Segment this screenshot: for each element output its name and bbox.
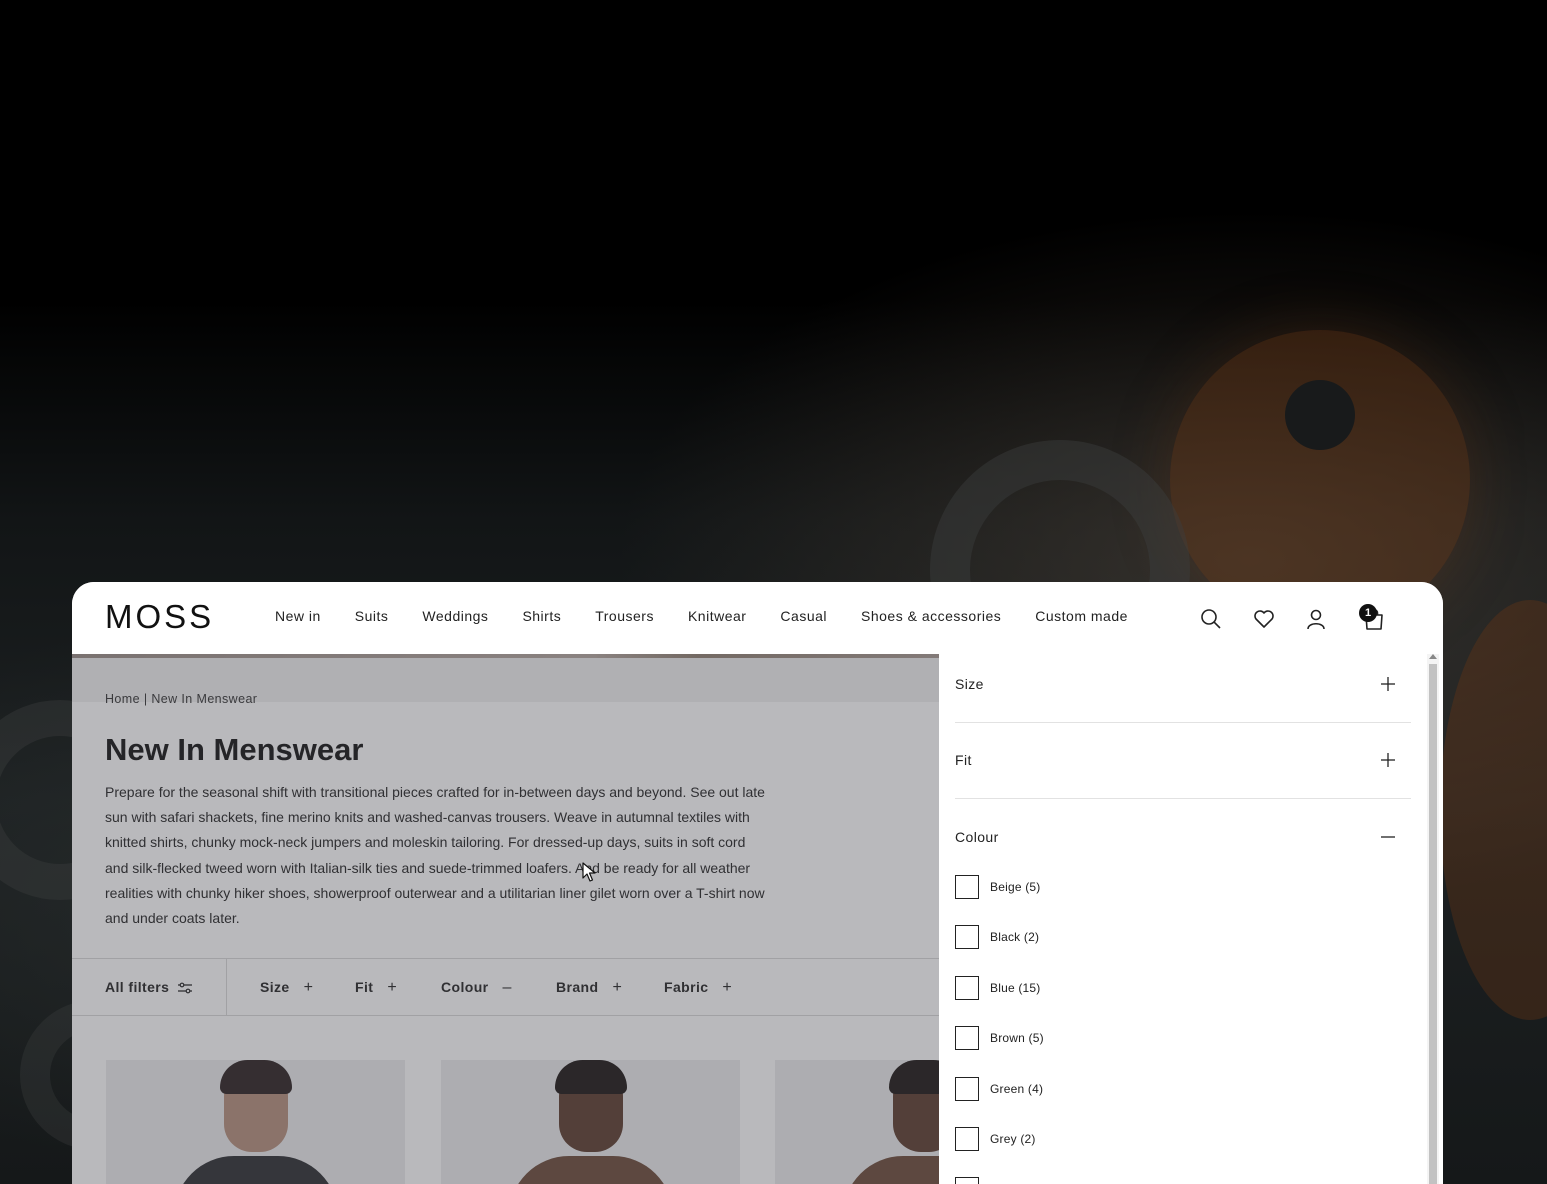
nav-item-new-in[interactable]: New in [275,608,321,624]
page-title: New In Menswear [105,732,364,767]
product-image [843,1156,939,1184]
browser-window: MOSS New in Suits Weddings Shirts Trouse… [72,582,1443,1184]
product-image [174,1156,338,1184]
nav-item-trousers[interactable]: Trousers [595,608,654,624]
user-icon[interactable] [1304,607,1328,631]
drawer-scrollbar[interactable] [1427,654,1439,1184]
filter-section-colour[interactable]: Colour [955,807,1411,867]
divider [955,722,1411,723]
filter-fit-button[interactable]: Fit + [355,979,397,997]
plus-icon: + [722,979,733,996]
filter-brand-button[interactable]: Brand + [556,979,622,997]
page-description: Prepare for the seasonal shift with tran… [105,784,765,927]
plus-icon: + [612,979,623,996]
product-card[interactable] [775,1060,939,1184]
heart-icon[interactable] [1252,607,1276,631]
plus-icon: + [387,979,398,996]
plus-icon[interactable] [1381,677,1395,691]
filter-fabric-button[interactable]: Fabric + [664,979,732,997]
site-header: MOSS New in Suits Weddings Shirts Trouse… [72,582,1443,654]
nav-item-suits[interactable]: Suits [355,608,389,624]
divider [955,798,1411,799]
checkbox[interactable] [955,1026,979,1050]
nav-item-custom-made[interactable]: Custom made [1035,608,1128,624]
bag-count-badge: 1 [1359,604,1377,622]
nav-item-casual[interactable]: Casual [780,608,827,624]
product-card[interactable] [106,1060,405,1184]
mouse-cursor-icon [582,862,596,882]
nav-item-shoes-accessories[interactable]: Shoes & accessories [861,608,1001,624]
filter-drawer: Size Fit Colour Beige (5) Black (2) Blue… [939,654,1443,1184]
minus-icon: – [502,979,512,996]
sliders-icon[interactable] [178,982,192,994]
search-icon[interactable] [1199,607,1223,631]
nav-item-shirts[interactable]: Shirts [522,608,561,624]
plus-icon: + [303,979,314,996]
checkbox[interactable] [955,925,979,949]
colour-option-grey[interactable]: Grey (2) [955,1126,1036,1152]
filter-colour-button[interactable]: Colour – [441,979,512,997]
checkbox[interactable] [955,1177,979,1184]
product-card[interactable] [441,1060,740,1184]
colour-option-green[interactable]: Green (4) [955,1076,1043,1102]
nav-item-weddings[interactable]: Weddings [422,608,488,624]
plus-icon[interactable] [1381,753,1395,767]
product-image [509,1156,673,1184]
scrollbar-thumb[interactable] [1429,664,1437,1184]
site-logo[interactable]: MOSS [105,598,214,636]
checkbox[interactable] [955,1127,979,1151]
divider [226,959,227,1015]
filter-section-size[interactable]: Size [955,654,1411,730]
all-filters-button[interactable]: All filters [105,979,169,995]
breadcrumb[interactable]: Home | New In Menswear [105,692,257,706]
category-page: Home | New In Menswear New In Menswear P… [72,654,939,1184]
filter-size-button[interactable]: Size + [260,979,313,997]
nav-item-knitwear[interactable]: Knitwear [688,608,746,624]
checkbox[interactable] [955,1077,979,1101]
colour-option-partial[interactable] [955,1176,979,1184]
scroll-up-arrow-icon[interactable] [1429,654,1437,659]
filter-section-fit[interactable]: Fit [955,730,1411,807]
checkbox[interactable] [955,976,979,1000]
colour-option-beige[interactable]: Beige (5) [955,874,1041,900]
gear-decoration [1440,600,1547,1020]
filter-bar: All filters Size + Fit + Colour – Brand + Fa… [72,958,939,1016]
minus-icon[interactable] [1381,830,1395,844]
colour-option-black[interactable]: Black (2) [955,924,1039,950]
colour-option-blue[interactable]: Blue (15) [955,975,1041,1001]
colour-option-brown[interactable]: Brown (5) [955,1025,1044,1051]
main-nav: New in Suits Weddings Shirts Trousers Kn… [275,608,1162,624]
checkbox[interactable] [955,875,979,899]
